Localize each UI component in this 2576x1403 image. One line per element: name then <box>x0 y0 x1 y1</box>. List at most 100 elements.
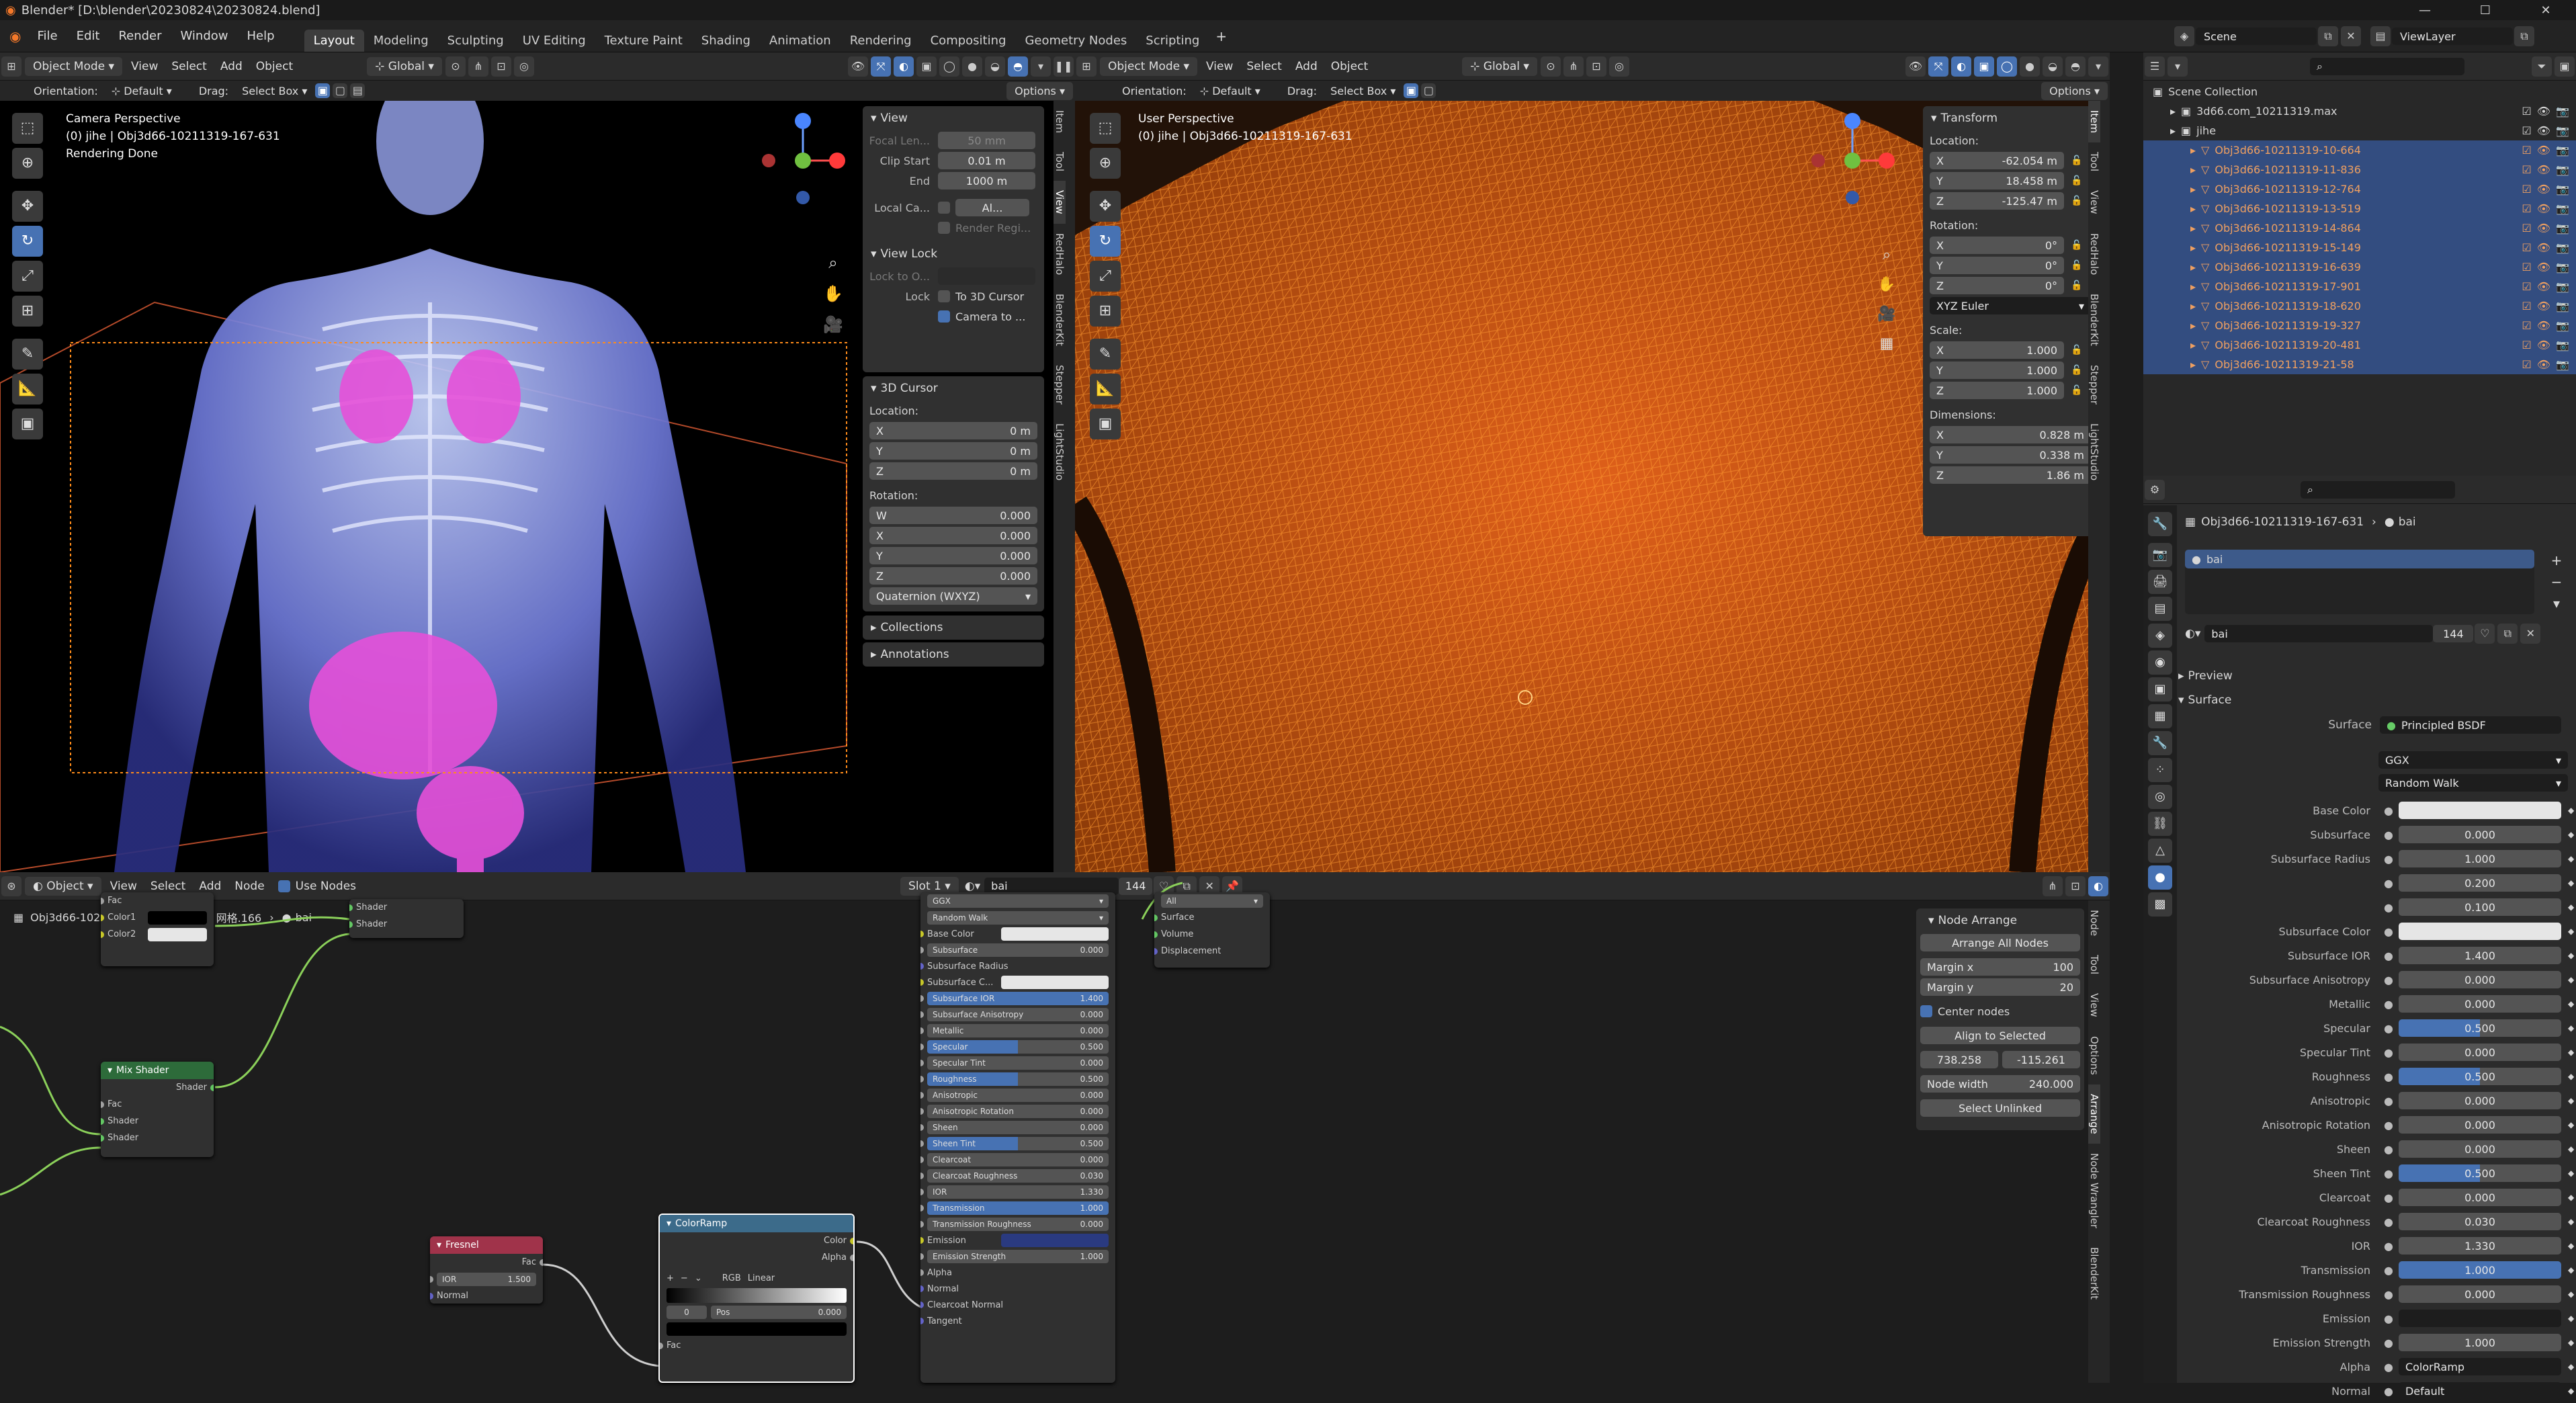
property-field[interactable]: 0.000 <box>2398 1092 2561 1109</box>
visibility-eye-icon[interactable]: 👁 <box>2537 163 2550 176</box>
rendered-view[interactable] <box>0 101 867 872</box>
socket-dot-icon[interactable]: ● <box>2384 998 2393 1011</box>
property-field[interactable]: Default <box>2398 1382 2561 1400</box>
property-field[interactable]: 0.000 <box>2398 995 2561 1013</box>
pivot-icon[interactable]: ⊙ <box>1540 56 1561 77</box>
outliner-row[interactable]: ▸ ▽ Obj3d66-10211319-14-864 ☑ 👁 📷 <box>2143 218 2576 238</box>
tp-scale-z-field[interactable]: Z 1.000 <box>1930 382 2064 399</box>
scene-tab-icon[interactable]: ◈ <box>2148 624 2172 648</box>
property-field[interactable]: 1.000 <box>2398 850 2561 867</box>
exclude-checkbox-icon[interactable]: ☑ <box>2522 124 2531 137</box>
exclude-checkbox-icon[interactable]: ☑ <box>2522 280 2531 293</box>
fresnel-header[interactable]: ▾ Fresnel <box>430 1236 543 1254</box>
socket-dot-icon[interactable]: ● <box>2384 877 2393 890</box>
lock-icon[interactable]: 🔓 <box>2071 175 2082 186</box>
property-field[interactable] <box>2398 923 2561 940</box>
viewport-right[interactable]: ⊞ Object Mode ▾ View Select Add Object ⊹… <box>1075 52 2110 872</box>
shader-output-node-top[interactable]: Shader Shader <box>349 899 464 938</box>
keyframe-dot-icon[interactable]: ◆ <box>2568 999 2574 1009</box>
sidebar-tab-tool[interactable]: Tool <box>2088 945 2100 984</box>
shading-wire-icon[interactable]: ◯ <box>1997 56 2017 77</box>
node-color-field[interactable] <box>1001 927 1109 941</box>
tp-dimensions-y-field[interactable]: Y 0.338 m <box>1930 446 2091 464</box>
property-field[interactable]: 1.000 <box>2398 1261 2561 1279</box>
keyframe-dot-icon[interactable]: ◆ <box>2568 1120 2574 1130</box>
tp-location-z-field[interactable]: Z -125.47 m <box>1930 192 2064 210</box>
pan-icon[interactable]: ✋ <box>821 278 845 309</box>
object-menu[interactable]: Object <box>1324 60 1375 73</box>
material-users-field[interactable]: 144 <box>2433 625 2474 642</box>
keyframe-dot-icon[interactable]: ◆ <box>2568 854 2574 863</box>
visibility-eye-icon[interactable]: 👁 <box>2537 300 2550 312</box>
snap-target-icon[interactable]: ⊡ <box>490 56 511 77</box>
navigation-gizmo[interactable] <box>1802 110 1903 211</box>
render-camera-icon[interactable]: 📷 <box>2556 280 2569 293</box>
keyframe-dot-icon[interactable]: ◆ <box>2568 1241 2574 1250</box>
proportional-edit-icon[interactable]: ◎ <box>513 56 534 77</box>
visibility-eye-icon[interactable]: 👁 <box>2537 144 2550 157</box>
render-camera-icon[interactable]: 📷 <box>2556 202 2569 215</box>
expand-arrow-icon[interactable]: ▸ <box>2190 222 2196 235</box>
keyframe-dot-icon[interactable]: ◆ <box>2568 1314 2574 1323</box>
add-cube-tool-icon[interactable]: ▣ <box>1090 409 1121 439</box>
expand-arrow-icon[interactable]: ▸ <box>2190 319 2196 332</box>
outliner-row[interactable]: ▸ ▽ Obj3d66-10211319-13-519 ☑ 👁 📷 <box>2143 199 2576 218</box>
exclude-checkbox-icon[interactable]: ☑ <box>2522 202 2531 215</box>
socket-dot-icon[interactable]: ● <box>2384 1119 2393 1132</box>
blender-menu-icon[interactable]: ◉ <box>9 28 21 44</box>
pan-icon[interactable]: ✋ <box>1875 270 1899 300</box>
snap-target-icon[interactable]: ⊡ <box>1586 56 1606 77</box>
keyframe-dot-icon[interactable]: ◆ <box>2568 1144 2574 1154</box>
expand-arrow-icon[interactable]: ▸ <box>2190 358 2196 371</box>
copy-scene-icon[interactable]: ⧉ <box>2318 26 2338 46</box>
principled-bsdf-node[interactable]: GGX ▾ Random Walk ▾ Base Color Subsurface 0.… <box>920 892 1115 1383</box>
socket-dot-icon[interactable]: ● <box>2384 1143 2393 1156</box>
workspace-tab-scripting[interactable]: Scripting <box>1136 30 1209 52</box>
sidebar-tab-redhalo[interactable]: RedHalo <box>1054 224 1066 284</box>
snap-icon[interactable]: ⋔ <box>1563 56 1584 77</box>
render-camera-icon[interactable]: 📷 <box>2556 222 2569 235</box>
property-field[interactable]: 1.330 <box>2398 1237 2561 1255</box>
object-menu[interactable]: Object <box>249 60 300 73</box>
select-unlinked-button[interactable]: Select Unlinked <box>1920 1099 2080 1117</box>
node-value-field[interactable]: Anisotropic Rotation 0.000 <box>927 1105 1109 1118</box>
keyframe-dot-icon[interactable]: ◆ <box>2568 806 2574 815</box>
view-panel-header[interactable]: ▾ View <box>863 106 1044 130</box>
properties-search-input[interactable]: ⌕ <box>2301 480 2455 499</box>
outliner-row[interactable]: ▸ ▽ Obj3d66-10211319-10-664 ☑ 👁 📷 <box>2143 140 2576 160</box>
socket-dot-icon[interactable]: ● <box>2384 804 2393 817</box>
ortho-toggle-icon[interactable]: ▦ <box>1875 329 1899 359</box>
sidebar-tab-blenderkit[interactable]: BlenderKit <box>1054 284 1066 355</box>
node-color-field[interactable] <box>1001 976 1109 989</box>
node-value-field[interactable]: Roughness 0.500 <box>927 1072 1109 1086</box>
sidebar-tab-blenderkit[interactable]: BlenderKit <box>2088 284 2100 355</box>
annotate-tool-icon[interactable]: ✎ <box>1090 339 1121 370</box>
transform-orientation-dropdown[interactable]: ⊹ Global ▾ <box>1462 56 1537 76</box>
render-camera-icon[interactable]: 📷 <box>2556 339 2569 351</box>
workspace-tab-compositing[interactable]: Compositing <box>921 30 1016 52</box>
exclude-checkbox-icon[interactable]: ☑ <box>2522 261 2531 273</box>
material-slot-item[interactable]: ● bai <box>2185 550 2534 568</box>
sidebar-tab-item[interactable]: Item <box>2088 101 2100 143</box>
menu-help[interactable]: Help <box>238 29 284 43</box>
lock-icon[interactable]: 🔓 <box>2071 385 2082 396</box>
keyframe-dot-icon[interactable]: ◆ <box>2568 902 2574 912</box>
socket-dot-icon[interactable]: ● <box>2384 901 2393 914</box>
new-collection-icon[interactable]: ▣ <box>2554 56 2575 77</box>
node-width-field[interactable]: Node width 240.000 <box>1920 1075 2080 1093</box>
node-value-field[interactable]: Metallic 0.000 <box>927 1024 1109 1037</box>
mix-node-top[interactable]: Fac Color1 Color2 <box>101 892 214 966</box>
keyframe-dot-icon[interactable]: ◆ <box>2568 1023 2574 1033</box>
duplicate-material-icon[interactable]: ⧉ <box>2497 624 2518 644</box>
visibility-eye-icon[interactable]: 👁 <box>2537 202 2550 215</box>
keyframe-dot-icon[interactable]: ◆ <box>2568 1217 2574 1226</box>
workspace-tab-layout[interactable]: Layout <box>304 30 364 52</box>
workspace-tab-modeling[interactable]: Modeling <box>364 30 438 52</box>
property-field[interactable]: 0.000 <box>2398 1189 2561 1206</box>
node-value-field[interactable]: Clearcoat 0.000 <box>927 1153 1109 1166</box>
viewlayer-name-field[interactable]: ViewLayer <box>2392 28 2513 45</box>
lock-icon[interactable]: 🔓 <box>2071 240 2082 251</box>
socket-dot-icon[interactable]: ● <box>2384 949 2393 962</box>
zoom-icon[interactable]: ⌕ <box>821 247 845 278</box>
visibility-eye-icon[interactable]: 👁 <box>2537 105 2550 118</box>
